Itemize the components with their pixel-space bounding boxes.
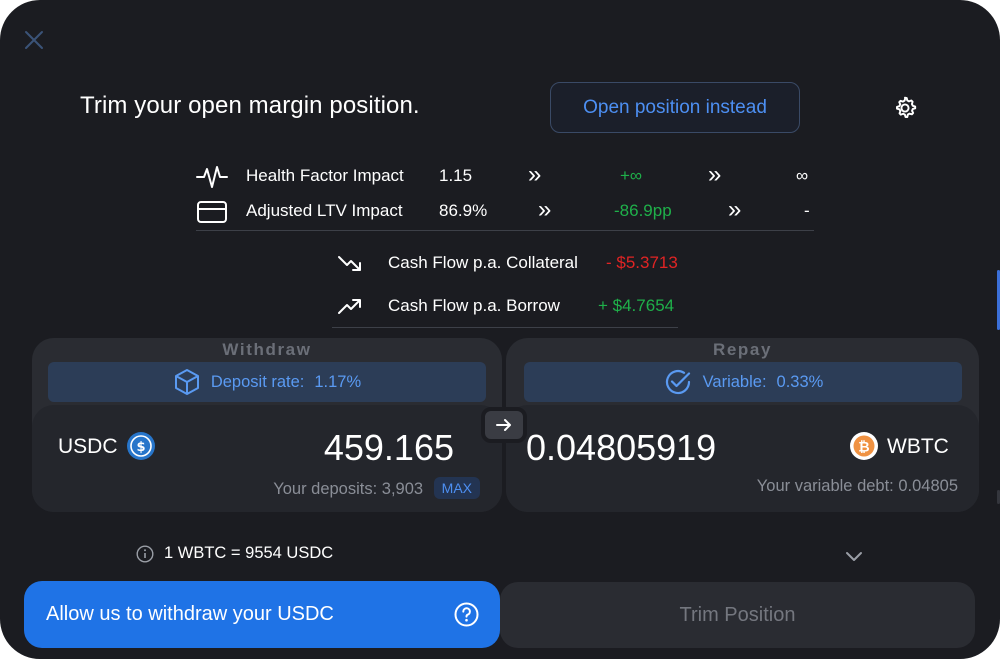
usdc-icon: $ bbox=[127, 432, 155, 460]
check-circle-icon bbox=[665, 369, 690, 395]
withdraw-panel: Withdraw Deposit rate: 1.17% USDC $ 459.… bbox=[32, 338, 502, 512]
ltv-label: Adjusted LTV Impact bbox=[246, 201, 403, 220]
withdraw-token-name: USDC bbox=[58, 435, 118, 458]
trim-position-button[interactable]: Trim Position bbox=[500, 582, 975, 648]
health-factor-result: ∞ bbox=[796, 166, 809, 185]
deposits-balance: Your deposits: 3,903 MAX bbox=[273, 477, 480, 499]
ltv-change: -86.9pp bbox=[614, 201, 672, 220]
repay-amount-input[interactable]: 0.04805919 bbox=[526, 427, 716, 469]
max-button[interactable]: MAX bbox=[433, 477, 480, 499]
trend-up-icon bbox=[338, 299, 361, 314]
svg-text:$: $ bbox=[136, 440, 145, 455]
withdraw-amount-input[interactable]: 459.165 bbox=[324, 427, 454, 469]
variable-rate-value: 0.33% bbox=[776, 372, 824, 391]
arrow-right-icon bbox=[496, 419, 511, 431]
cash-flow-borrow-value: + $4.7654 bbox=[598, 296, 675, 315]
chevron-double-icon: » bbox=[528, 161, 542, 188]
health-factor-current: 1.15 bbox=[439, 166, 473, 185]
withdraw-label: Withdraw bbox=[222, 340, 312, 359]
trim-position-modal: Trim your open margin position. Open pos… bbox=[0, 0, 1000, 659]
health-factor-change: +∞ bbox=[620, 166, 643, 185]
info-icon bbox=[136, 544, 154, 563]
help-icon[interactable] bbox=[454, 602, 479, 627]
variable-rate-bar: Variable: 0.33% bbox=[524, 362, 962, 402]
divider bbox=[196, 230, 814, 231]
deposit-rate-label: Deposit rate: bbox=[210, 372, 305, 391]
variable-rate-label: Variable: bbox=[702, 372, 767, 391]
exchange-rate-text: 1 WBTC = 9554 USDC bbox=[164, 544, 334, 562]
repay-token-name: WBTC bbox=[887, 435, 949, 458]
repay-amount-box[interactable]: 0.04805919 ₿ WBTC Your variable debt: 0.… bbox=[506, 405, 979, 512]
allow-withdraw-label: Allow us to withdraw your USDC bbox=[46, 603, 334, 625]
chevron-double-icon: » bbox=[728, 196, 742, 223]
divider bbox=[332, 327, 678, 328]
ltv-current: 86.9% bbox=[439, 201, 488, 220]
ltv-row: Adjusted LTV Impact 86.9% » -86.9pp » - bbox=[196, 196, 816, 226]
chevron-double-icon: » bbox=[708, 161, 722, 188]
cash-flow-borrow-row: Cash Flow p.a. Borrow + $4.7654 bbox=[336, 291, 686, 321]
health-factor-row: Health Factor Impact 1.15 » +∞ » ∞ bbox=[196, 161, 816, 191]
gear-icon[interactable] bbox=[892, 95, 918, 121]
swap-direction-button[interactable] bbox=[481, 407, 527, 443]
deposit-rate-value: 1.17% bbox=[314, 372, 362, 391]
cash-flow-borrow-label: Cash Flow p.a. Borrow bbox=[388, 296, 560, 315]
health-factor-label: Health Factor Impact bbox=[246, 166, 404, 185]
deposits-balance-text: Your deposits: 3,903 bbox=[273, 480, 424, 498]
page-title: Trim your open margin position. bbox=[80, 92, 420, 119]
repay-panel: Repay Variable: 0.33% 0.04805919 ₿ WBTC … bbox=[506, 338, 979, 512]
open-position-button[interactable]: Open position instead bbox=[550, 82, 800, 133]
cash-flow-collateral-label: Cash Flow p.a. Collateral bbox=[388, 253, 578, 272]
cube-icon bbox=[174, 369, 199, 395]
chevron-down-icon[interactable] bbox=[843, 545, 865, 567]
pulse-icon bbox=[196, 166, 228, 188]
credit-card-icon bbox=[197, 201, 227, 223]
trend-down-icon bbox=[338, 256, 361, 271]
allow-withdraw-button[interactable]: Allow us to withdraw your USDC bbox=[24, 581, 500, 648]
close-icon[interactable] bbox=[22, 28, 46, 52]
exchange-rate: 1 WBTC = 9554 USDC bbox=[136, 544, 333, 563]
ltv-result: - bbox=[804, 201, 810, 220]
svg-text:₿: ₿ bbox=[858, 440, 869, 456]
wbtc-icon: ₿ bbox=[850, 432, 878, 460]
repay-label: Repay bbox=[712, 340, 773, 359]
deposit-rate-bar: Deposit rate: 1.17% bbox=[48, 362, 486, 402]
cash-flow-collateral-row: Cash Flow p.a. Collateral - $5.3713 bbox=[336, 248, 686, 278]
cash-flow-collateral-value: - $5.3713 bbox=[606, 253, 678, 272]
variable-debt-balance: Your variable debt: 0.04805 bbox=[756, 477, 958, 495]
chevron-double-icon: » bbox=[538, 196, 552, 223]
withdraw-amount-box[interactable]: USDC $ 459.165 Your deposits: 3,903 MAX bbox=[32, 405, 502, 512]
